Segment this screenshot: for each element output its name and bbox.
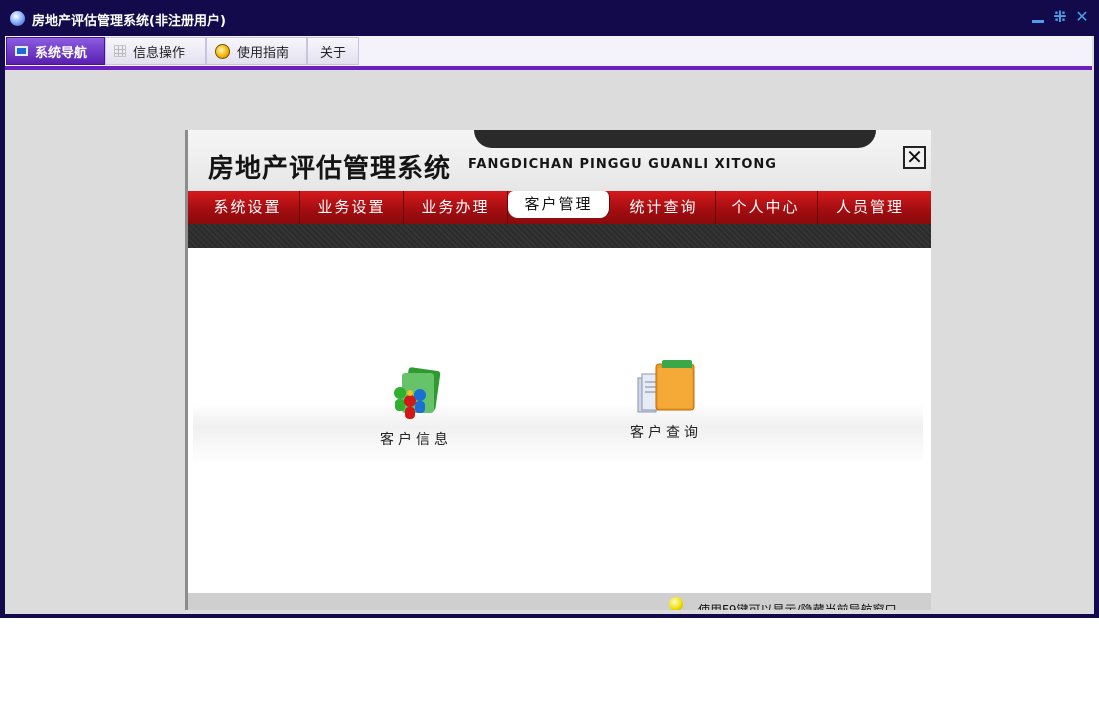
nav-business-settings[interactable]: 业务设置 <box>300 191 404 224</box>
app-logo-icon <box>10 11 25 26</box>
menu-bar-divider <box>5 66 1092 70</box>
app-window: 房地产评估管理系统(非注册用户) ⁜ ✕ 系统导航 信息操作 使用指南 关于 房… <box>0 0 1099 618</box>
nav-system-settings[interactable]: 系统设置 <box>196 191 300 224</box>
customer-search-icon <box>636 356 696 416</box>
window-title: 房地产评估管理系统(非注册用户) <box>32 14 226 29</box>
tab-label: 系统导航 <box>35 45 88 61</box>
title-bar: 房地产评估管理系统(非注册用户) ⁜ ✕ <box>0 0 1099 36</box>
window-frame-right <box>1094 0 1099 618</box>
status-hint: 使用F9键可以显示/隐藏当前导航窗口 <box>698 603 897 610</box>
content-band <box>193 403 923 463</box>
module-label: 客户信息 <box>380 432 452 448</box>
header-decoration <box>474 130 876 148</box>
nav-statistics-query[interactable]: 统计查询 <box>612 191 716 224</box>
panel-subtitle: FANGDICHAN PINGGU GUANLI XITONG <box>468 157 777 172</box>
tab-label: 使用指南 <box>237 45 290 61</box>
close-icon[interactable]: ✕ <box>1074 9 1090 25</box>
panel-header: 房地产评估管理系统 FANGDICHAN PINGGU GUANLI XITON… <box>188 130 931 191</box>
module-customer-search[interactable]: 客户查询 <box>606 356 726 442</box>
window-frame-left <box>0 0 5 618</box>
tab-about[interactable]: 关于 <box>307 37 359 65</box>
tab-system-navigation[interactable]: 系统导航 <box>6 37 105 65</box>
minimize-icon[interactable] <box>1030 9 1046 25</box>
nav-staff-management[interactable]: 人员管理 <box>818 191 922 224</box>
tab-label: 关于 <box>320 45 347 61</box>
guide-icon <box>215 43 230 59</box>
content-area: 客户信息 客户查询 <box>188 248 931 593</box>
tab-label: 信息操作 <box>133 45 186 61</box>
nav-business-processing[interactable]: 业务办理 <box>404 191 508 224</box>
grid-icon <box>114 45 126 57</box>
nav-shadow-strip <box>188 224 931 248</box>
module-label: 客户查询 <box>630 425 702 441</box>
lightbulb-icon <box>669 597 683 610</box>
status-bar: 使用F9键可以显示/隐藏当前导航窗口 <box>188 593 931 610</box>
navigation-panel: 房地产评估管理系统 FANGDICHAN PINGGU GUANLI XITON… <box>185 130 931 610</box>
module-customer-info[interactable]: 客户信息 <box>356 363 476 449</box>
tab-info-operation[interactable]: 信息操作 <box>105 37 206 65</box>
tab-user-guide[interactable]: 使用指南 <box>206 37 307 65</box>
customer-info-icon <box>386 363 446 423</box>
restore-icon[interactable]: ⁜ <box>1052 9 1068 25</box>
window-frame-bottom <box>0 614 1099 618</box>
nav-customer-management[interactable]: 客户管理 <box>508 191 610 218</box>
panel-close-icon[interactable]: ✕ <box>903 146 926 169</box>
panel-title: 房地产评估管理系统 <box>208 154 452 184</box>
monitor-icon <box>15 46 28 56</box>
nav-personal-center[interactable]: 个人中心 <box>714 191 818 224</box>
